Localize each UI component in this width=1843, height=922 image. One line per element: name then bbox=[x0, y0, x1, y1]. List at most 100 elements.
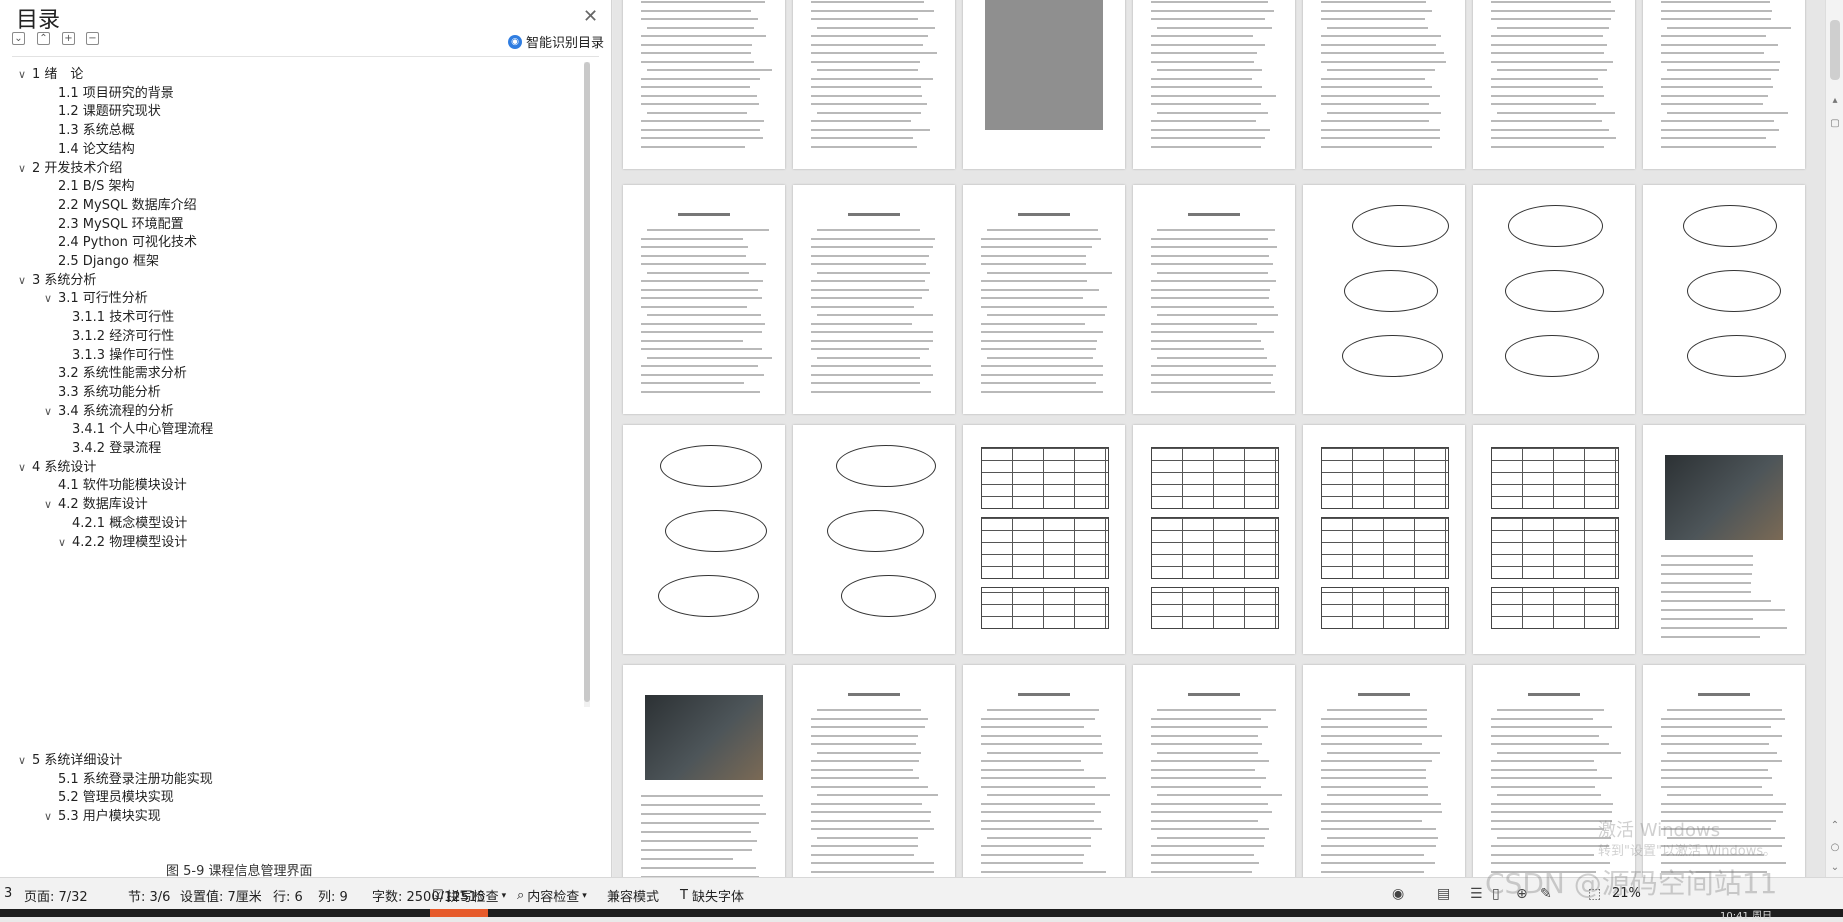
document-page-thumbnail[interactable] bbox=[963, 425, 1125, 654]
text-line bbox=[817, 271, 931, 274]
eye-protect-icon[interactable]: ◉ bbox=[1392, 886, 1404, 902]
chevron-down-icon[interactable]: ∨ bbox=[18, 750, 32, 772]
document-page-thumbnail[interactable] bbox=[963, 665, 1125, 877]
document-page-thumbnail[interactable] bbox=[1133, 0, 1295, 169]
content-check-button[interactable]: ⌕ 内容检查 ▾ bbox=[517, 886, 587, 905]
prev-page-icon[interactable]: ⌃ bbox=[1829, 820, 1841, 832]
chevron-down-icon[interactable]: ∨ bbox=[18, 457, 32, 479]
collapse-icon[interactable]: ⌄ bbox=[12, 32, 25, 45]
text-line bbox=[641, 813, 766, 815]
document-page-thumbnail[interactable] bbox=[793, 0, 955, 169]
document-page-thumbnail[interactable] bbox=[963, 0, 1125, 169]
page-heading bbox=[848, 213, 900, 216]
chevron-down-icon[interactable]: ∨ bbox=[44, 288, 58, 310]
remove-icon[interactable]: − bbox=[86, 32, 99, 45]
expand-icon[interactable]: ⌃ bbox=[37, 32, 50, 45]
outline-view-icon[interactable]: ☰ bbox=[1470, 886, 1483, 902]
page-view-icon[interactable]: ▤ bbox=[1437, 886, 1450, 902]
toc-item[interactable]: ∨ 5.3 用户模块实现 bbox=[44, 806, 161, 828]
document-page-thumbnail[interactable] bbox=[963, 185, 1125, 414]
document-page-thumbnail[interactable] bbox=[1133, 425, 1295, 654]
close-icon[interactable]: ✕ bbox=[583, 6, 598, 27]
taskbar-app-icon[interactable] bbox=[430, 909, 488, 917]
windows-activate-hint: 转到"设置"以激活 Windows。 bbox=[1598, 844, 1777, 859]
select-icon[interactable]: ○ bbox=[1829, 842, 1841, 854]
text-line bbox=[1661, 591, 1752, 593]
spellcheck-button[interactable]: ☑ 拼写检查 ▾ bbox=[432, 886, 506, 905]
zoom-level[interactable]: 21% bbox=[1612, 886, 1641, 901]
text-line bbox=[1151, 52, 1258, 54]
chevron-down-icon[interactable]: ∨ bbox=[44, 494, 58, 516]
toc-item[interactable]: ∨ 4.2.2 物理模型设计 bbox=[58, 532, 187, 554]
status-section[interactable]: 节: 3/6 bbox=[128, 886, 170, 905]
document-page-thumbnail[interactable] bbox=[793, 665, 955, 877]
toc-scrollbar-thumb[interactable] bbox=[584, 62, 590, 702]
text-line bbox=[1661, 734, 1782, 737]
document-page-thumbnail[interactable] bbox=[623, 185, 785, 414]
next-page-icon[interactable]: ⌄ bbox=[1829, 862, 1841, 874]
text-line bbox=[811, 288, 929, 291]
document-page-thumbnail[interactable] bbox=[1303, 665, 1465, 877]
status-page[interactable]: 页面: 7/32 bbox=[24, 886, 88, 905]
text-line bbox=[1151, 382, 1272, 384]
text-line bbox=[1661, 870, 1768, 873]
document-page-thumbnail[interactable] bbox=[1133, 185, 1295, 414]
toc-scrollbar[interactable] bbox=[584, 62, 590, 707]
document-page-thumbnail[interactable] bbox=[793, 185, 955, 414]
document-page-thumbnail[interactable] bbox=[1303, 185, 1465, 414]
document-page-thumbnail[interactable] bbox=[1473, 185, 1635, 414]
chevron-down-icon[interactable]: ∨ bbox=[44, 806, 58, 828]
document-page-thumbnail[interactable] bbox=[623, 425, 785, 654]
document-page-thumbnail[interactable] bbox=[1133, 665, 1295, 877]
text-line bbox=[1491, 828, 1604, 830]
chevron-down-icon[interactable]: ∨ bbox=[18, 158, 32, 180]
document-page-thumbnail[interactable] bbox=[623, 665, 785, 877]
write-mode-icon[interactable]: ✎ bbox=[1540, 886, 1552, 902]
document-page-thumbnail[interactable] bbox=[1473, 425, 1635, 654]
smart-toc-button[interactable]: ◉ 智能识别目录 bbox=[508, 32, 604, 51]
text-line bbox=[641, 60, 754, 63]
text-line bbox=[1151, 365, 1277, 367]
document-page-thumbnail[interactable] bbox=[623, 0, 785, 169]
document-page-grid[interactable] bbox=[613, 0, 1825, 877]
chevron-down-icon[interactable]: ∨ bbox=[18, 64, 32, 86]
text-line bbox=[981, 717, 1095, 720]
document-page-thumbnail[interactable] bbox=[1473, 0, 1635, 169]
document-page-thumbnail[interactable] bbox=[1303, 425, 1465, 654]
vertical-scrollbar[interactable]: ▴ ▢ ⌃ ○ ⌄ bbox=[1825, 0, 1843, 877]
text-line bbox=[647, 69, 772, 71]
text-line bbox=[1151, 35, 1253, 37]
text-line bbox=[811, 1, 925, 3]
text-line bbox=[1157, 356, 1267, 359]
scrollbar-thumb[interactable] bbox=[1830, 20, 1840, 80]
text-line bbox=[811, 18, 919, 20]
diagram-shape bbox=[835, 445, 936, 487]
page-icon[interactable]: ▢ bbox=[1829, 118, 1841, 130]
text-line bbox=[1491, 9, 1615, 12]
toc-divider bbox=[12, 56, 599, 57]
text-line bbox=[1661, 811, 1783, 813]
read-mode-icon[interactable]: ▯ bbox=[1492, 886, 1500, 902]
text-line bbox=[1151, 18, 1265, 20]
chevron-down-icon[interactable]: ∨ bbox=[18, 270, 32, 292]
text-line bbox=[641, 263, 766, 265]
arrow-up-icon[interactable]: ▴ bbox=[1829, 95, 1841, 107]
status-setting[interactable]: 设置值: 7厘米 bbox=[180, 886, 262, 905]
text-line bbox=[647, 271, 749, 274]
document-page-thumbnail[interactable] bbox=[1643, 425, 1805, 654]
chevron-down-icon[interactable]: ∨ bbox=[58, 532, 72, 554]
document-page-thumbnail[interactable] bbox=[793, 425, 955, 654]
fit-page-icon[interactable]: ⬚ bbox=[1588, 886, 1601, 902]
text-line bbox=[1661, 120, 1775, 122]
web-view-icon[interactable]: ⊕ bbox=[1516, 886, 1528, 902]
text-line bbox=[1157, 794, 1283, 796]
chevron-down-icon[interactable]: ∨ bbox=[44, 401, 58, 423]
text-line bbox=[981, 305, 1107, 308]
document-page-thumbnail[interactable] bbox=[1303, 0, 1465, 169]
missing-font-button[interactable]: T 缺失字体 bbox=[680, 886, 744, 905]
text-line bbox=[1327, 709, 1428, 711]
document-page-thumbnail[interactable] bbox=[1643, 0, 1805, 169]
text-line bbox=[641, 305, 748, 308]
add-icon[interactable]: + bbox=[62, 32, 75, 45]
document-page-thumbnail[interactable] bbox=[1643, 185, 1805, 414]
